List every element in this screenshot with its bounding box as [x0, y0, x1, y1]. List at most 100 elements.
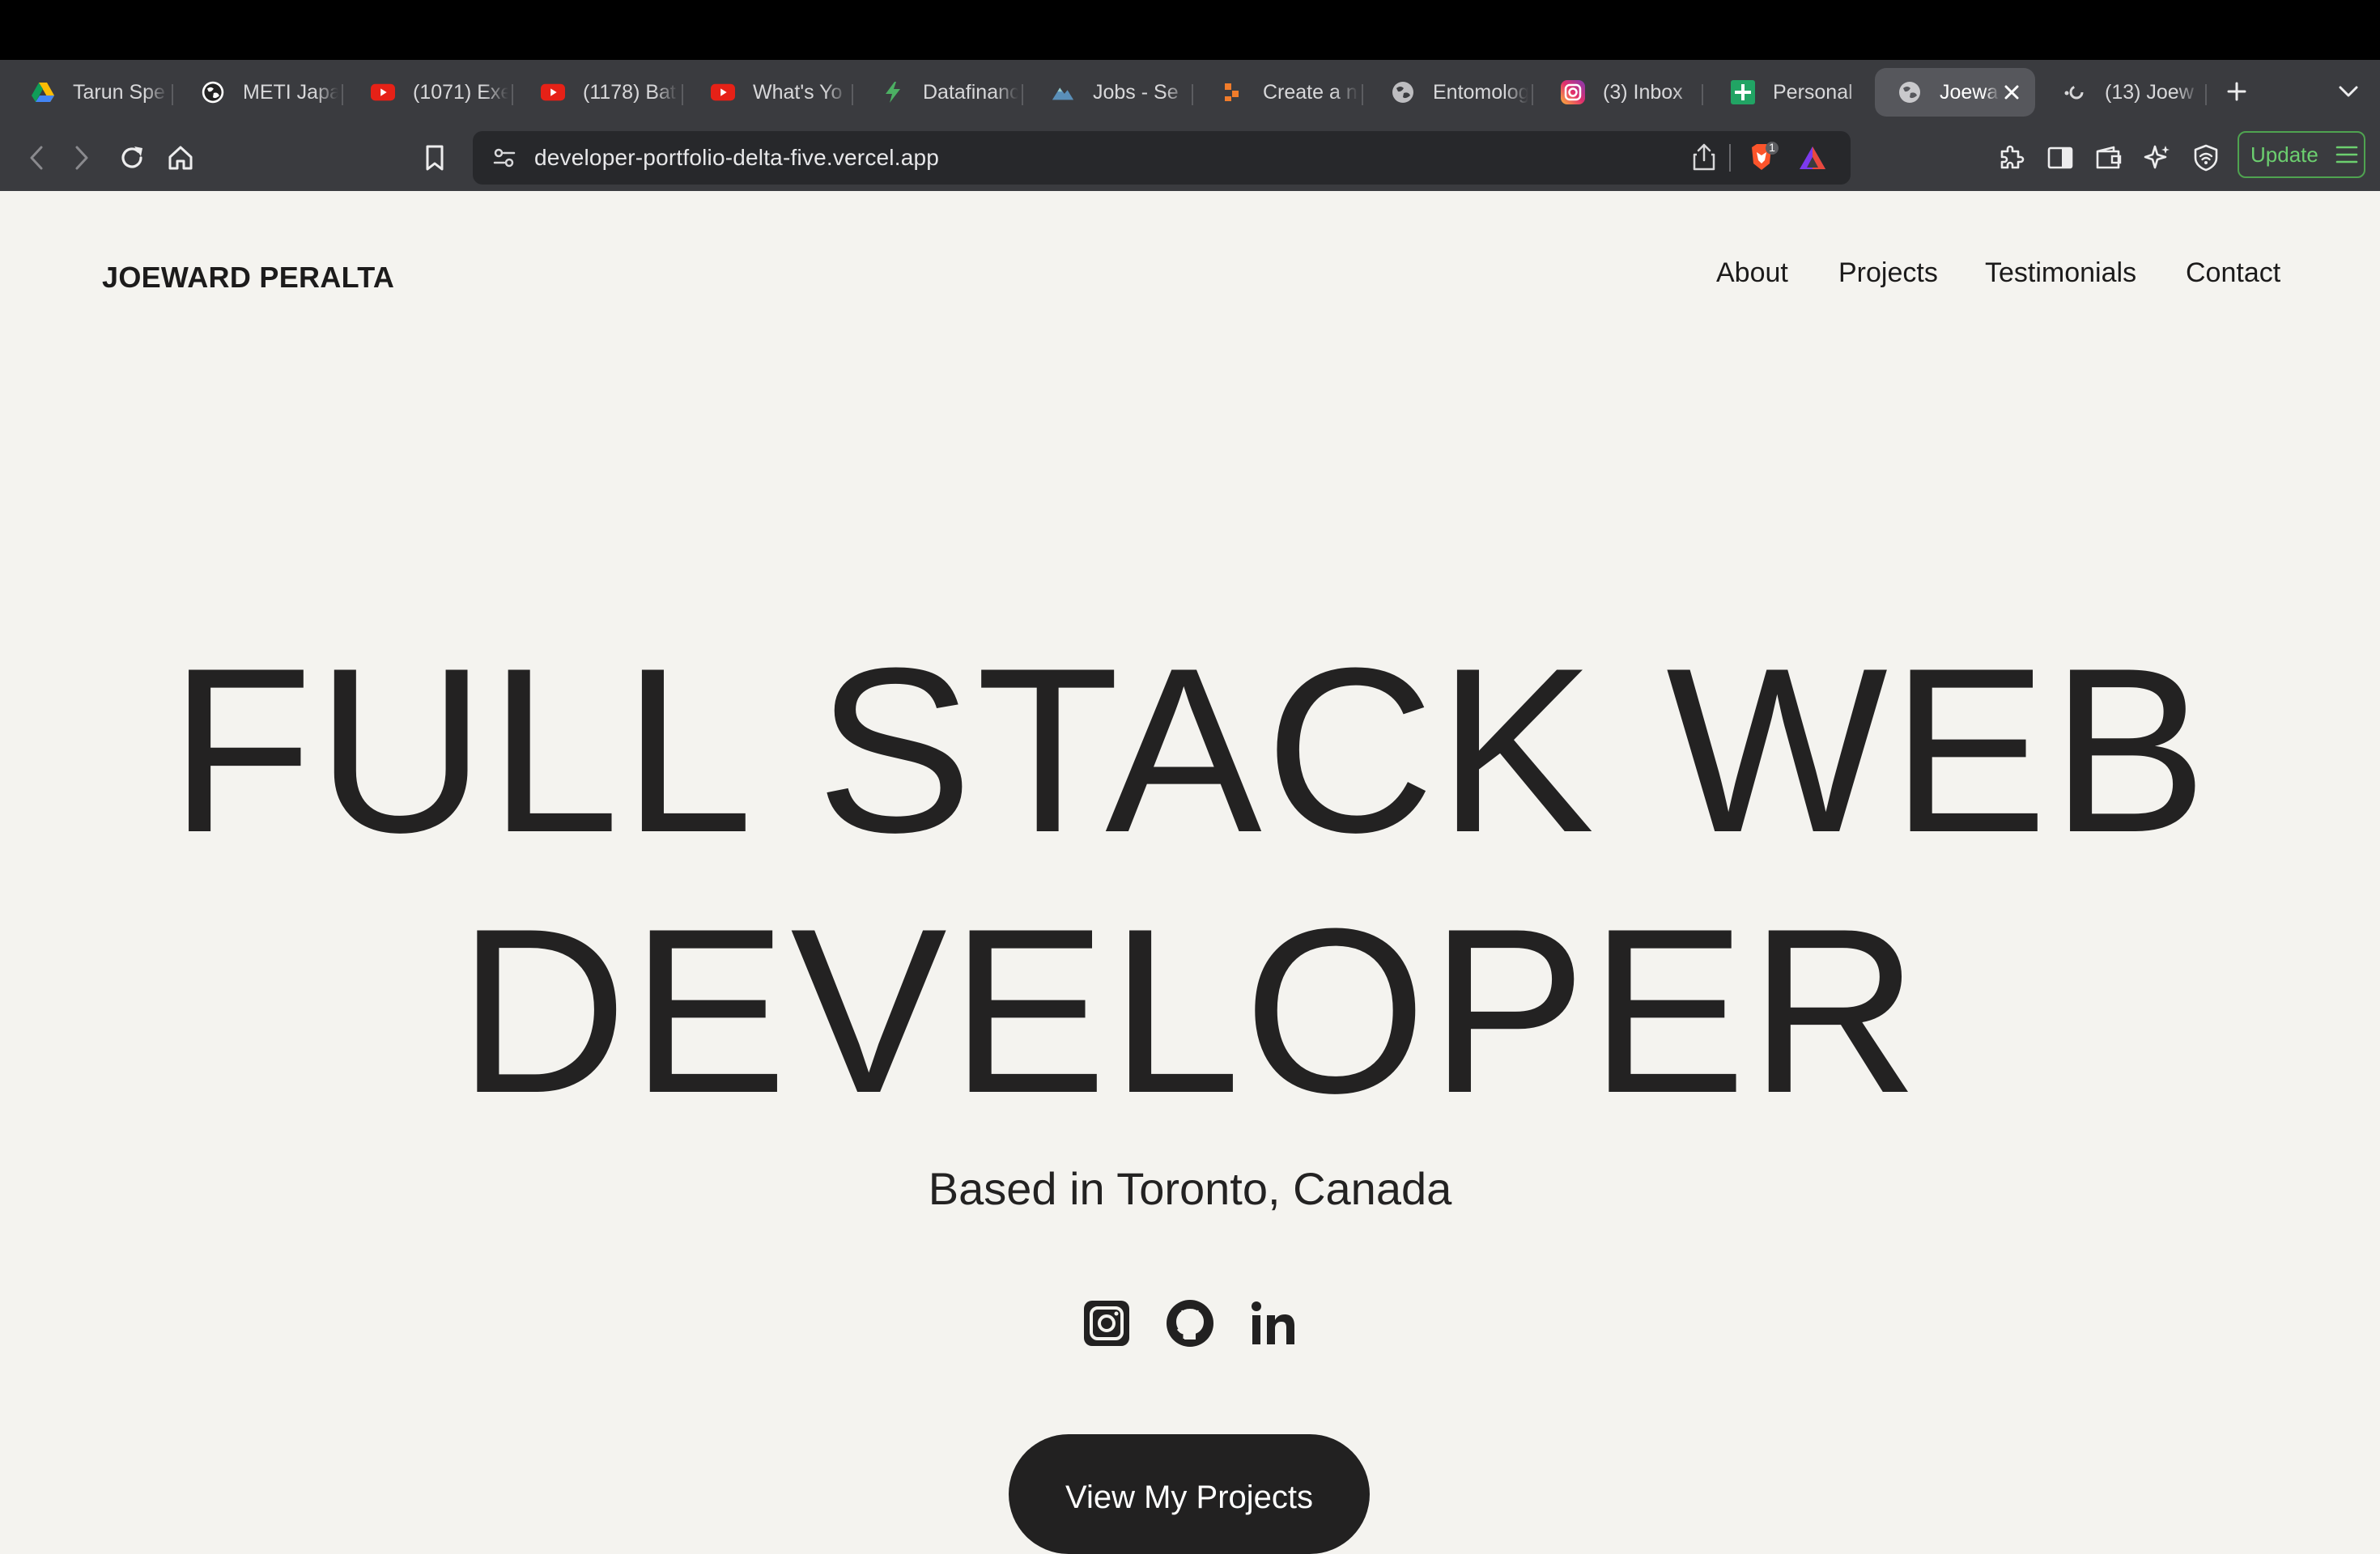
tab-title: (1071) Exe [413, 80, 508, 104]
sheets-icon [1731, 80, 1755, 104]
mountain-icon [1051, 80, 1075, 104]
tab-title: (1178) Bat [583, 80, 676, 104]
tab-separator [1702, 84, 1703, 105]
lightning-icon [881, 80, 905, 104]
back-arrow-icon [30, 146, 43, 170]
tab-separator [512, 84, 513, 105]
tab-title: What's Yo [753, 80, 843, 104]
tab-title: Joewa [1940, 80, 1999, 104]
bookmark-button[interactable] [413, 136, 457, 180]
linkedin-icon[interactable] [1247, 1297, 1300, 1350]
brave-shields-icon[interactable]: 1 [1747, 141, 1779, 179]
url-text[interactable]: developer-portfolio-delta-five.vercel.ap… [534, 145, 939, 171]
tab-separator [1022, 84, 1023, 105]
globe-icon [201, 80, 225, 104]
wallet-button[interactable] [2087, 136, 2131, 180]
home-icon [168, 146, 193, 170]
tab-strip: Tarun Spe METI Japa (1071) Exe (1178) Ba… [0, 60, 2380, 125]
update-button[interactable]: Update [2238, 131, 2365, 178]
nav-contact[interactable]: Contact [2186, 257, 2280, 289]
tab-create[interactable]: Create a n [1198, 68, 1358, 117]
youtube-icon [371, 80, 395, 104]
tab-jobs[interactable]: Jobs - Se [1028, 68, 1188, 117]
hero-title-line-1: FULL STACK WEB [169, 619, 2211, 881]
instagram-icon[interactable] [1080, 1297, 1133, 1350]
tab-youtube-whats[interactable]: What's Yo [688, 68, 848, 117]
tab-title: Personal [1773, 80, 1853, 104]
nav-projects[interactable]: Projects [1838, 257, 1938, 289]
tab-youtube-1178[interactable]: (1178) Bat [518, 68, 678, 117]
youtube-icon [541, 80, 565, 104]
tab-entomology[interactable]: Entomolog [1368, 68, 1528, 117]
tab-list-button[interactable] [2327, 70, 2370, 113]
extensions-button[interactable] [1990, 136, 2034, 180]
tab-separator [682, 84, 683, 105]
nav-testimonials[interactable]: Testimonials [1985, 257, 2136, 289]
share-icon[interactable] [1692, 142, 1716, 176]
tab-datafinance[interactable]: Datafinanc [858, 68, 1018, 117]
tab-joeward-13[interactable]: (13) Joew [2040, 68, 2200, 117]
tab-instagram-inbox[interactable]: (3) Inbox [1538, 68, 1698, 117]
page-viewport: JOEWARD PERALTA About Projects Testimoni… [0, 191, 2380, 1554]
home-button[interactable] [159, 136, 202, 180]
tab-youtube-1071[interactable]: (1071) Exe [348, 68, 508, 117]
chevron-down-icon [2339, 86, 2358, 97]
tab-separator [852, 84, 853, 105]
browser-toolbar: developer-portfolio-delta-five.vercel.ap… [0, 125, 2380, 191]
reload-icon [121, 146, 142, 168]
instagram-icon [1561, 80, 1585, 104]
tab-title: Tarun Spe [73, 80, 165, 104]
github-icon[interactable] [1163, 1297, 1217, 1350]
loading-icon [2063, 80, 2087, 104]
tab-title: Datafinanc [923, 80, 1018, 104]
leo-ai-button[interactable] [2136, 136, 2179, 180]
tab-tarun[interactable]: Tarun Spe [8, 68, 168, 117]
tab-separator [1532, 84, 1533, 105]
vpn-button[interactable] [2184, 136, 2228, 180]
youtube-icon [711, 80, 735, 104]
sparkle-icon [2144, 145, 2170, 169]
sidebar-toggle-button[interactable] [2038, 136, 2082, 180]
url-separator [1729, 144, 1731, 172]
tab-separator [342, 84, 343, 105]
menu-icon [2335, 146, 2358, 163]
tab-joeward-active[interactable]: Joewa [1875, 68, 2035, 117]
tab-title: (13) Joew [2105, 80, 2194, 104]
plus-icon [2227, 82, 2246, 101]
system-menu-bar [0, 0, 2380, 60]
globe-icon [1391, 80, 1415, 104]
tab-title: Entomolog [1433, 80, 1528, 104]
forward-arrow-icon [75, 146, 88, 170]
tab-title: Jobs - Se [1093, 80, 1179, 104]
tab-separator [1362, 84, 1363, 105]
hero-subtitle: Based in Toronto, Canada [928, 1163, 1452, 1214]
forward-button[interactable] [60, 136, 104, 180]
reload-button[interactable] [110, 136, 154, 180]
puzzle-icon [2000, 145, 2025, 169]
brave-rewards-icon[interactable] [1797, 144, 1828, 176]
tab-separator [172, 84, 173, 105]
blocks-icon [1221, 80, 1245, 104]
view-projects-button[interactable]: View My Projects [1009, 1434, 1370, 1554]
globe-icon [1898, 80, 1922, 104]
update-label: Update [2250, 142, 2318, 167]
close-tab-icon[interactable] [2000, 80, 2024, 104]
google-drive-icon [31, 80, 55, 104]
new-tab-button[interactable] [2215, 70, 2259, 113]
tab-meti[interactable]: METI Japa [178, 68, 338, 117]
nav-about[interactable]: About [1716, 257, 1788, 289]
hero-title-line-2: DEVELOPER [457, 880, 1923, 1142]
back-button[interactable] [15, 136, 58, 180]
bookmark-icon [426, 145, 444, 171]
shield-icon [2194, 144, 2218, 172]
sidebar-icon [2047, 146, 2073, 169]
address-bar[interactable]: developer-portfolio-delta-five.vercel.ap… [473, 131, 1851, 185]
tab-title: METI Japa [243, 80, 338, 104]
site-settings-icon[interactable] [492, 146, 516, 174]
tab-title: Create a n [1263, 80, 1358, 104]
tab-title: (3) Inbox [1603, 80, 1683, 104]
tab-separator [2205, 84, 2207, 105]
site-logo[interactable]: JOEWARD PERALTA [102, 261, 394, 295]
tab-separator [1192, 84, 1193, 105]
tab-personal[interactable]: Personal [1708, 68, 1868, 117]
